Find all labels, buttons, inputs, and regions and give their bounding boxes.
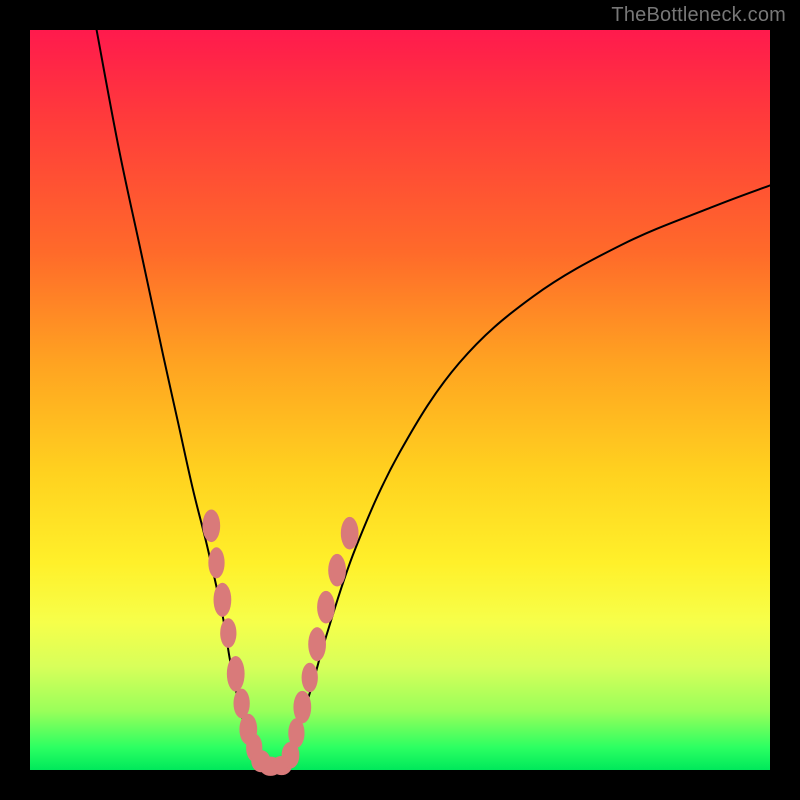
data-bead: [227, 656, 245, 692]
data-bead: [220, 618, 236, 648]
outer-frame: TheBottleneck.com: [0, 0, 800, 800]
data-bead: [302, 663, 318, 693]
data-bead: [328, 554, 346, 587]
bead-group: [202, 510, 358, 776]
data-bead: [208, 547, 224, 578]
data-bead: [293, 691, 311, 724]
data-bead: [234, 689, 250, 719]
bottleneck-curve: [97, 30, 770, 769]
chart-svg: [30, 30, 770, 770]
plot-area: [30, 30, 770, 770]
data-bead: [308, 627, 326, 661]
watermark-text: TheBottleneck.com: [611, 4, 786, 27]
data-bead: [341, 517, 359, 550]
data-bead: [317, 591, 335, 624]
curve-group: [97, 30, 770, 769]
data-bead: [202, 510, 220, 543]
data-bead: [214, 583, 232, 617]
